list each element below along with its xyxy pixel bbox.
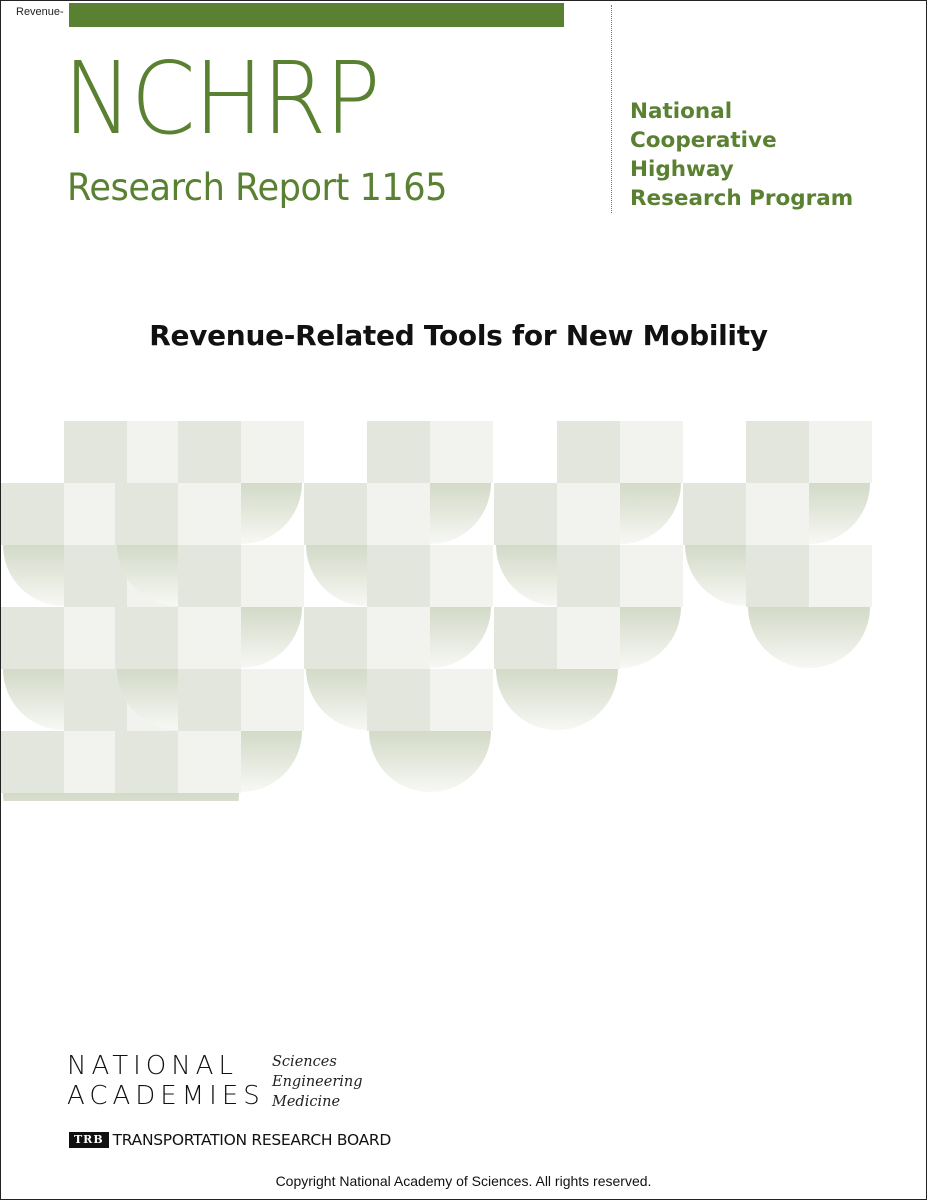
pattern-tile: [367, 607, 430, 669]
pattern-tile: [64, 669, 127, 731]
program-name: National Cooperative Highway Research Pr…: [630, 97, 853, 213]
pattern-arc: [748, 607, 870, 668]
pattern-tile: [430, 545, 493, 607]
pattern-tile: [1, 731, 64, 793]
report-title: Revenue-Related Tools for New Mobility: [149, 319, 768, 352]
pattern-tile: [746, 545, 809, 607]
pattern-tile: [746, 421, 809, 483]
pattern-arc: [3, 793, 125, 801]
pattern-tile: [430, 669, 493, 731]
pattern-tile: [64, 421, 127, 483]
pattern-tile: [557, 421, 620, 483]
pattern-tile: [557, 483, 620, 545]
national-academies-logo: NATIONAL ACADEMIES Sciences Engineering …: [67, 1051, 363, 1111]
pattern-tile: [115, 731, 178, 793]
pattern-tile: [115, 607, 178, 669]
pattern-tile: [304, 607, 367, 669]
na-sub-line: Sciences: [272, 1054, 337, 1070]
pattern-tile: [1, 607, 64, 669]
pattern-tile: [241, 545, 304, 607]
pattern-tile: [367, 483, 430, 545]
decorative-pattern: [1, 421, 872, 801]
na-subtitle: Sciences Engineering Medicine: [272, 1052, 363, 1112]
pattern-tile: [178, 545, 241, 607]
pattern-tile: [1, 483, 64, 545]
pattern-tile: [241, 669, 304, 731]
pattern-tile: [178, 731, 241, 793]
green-header-bar: [69, 3, 564, 27]
pattern-tile: [241, 421, 304, 483]
pattern-arc: [496, 669, 618, 730]
pattern-tile: [494, 483, 557, 545]
copyright-notice: Copyright National Academy of Sciences. …: [275, 1173, 652, 1189]
pattern-tile: [430, 421, 493, 483]
pattern-tile: [809, 421, 872, 483]
pattern-tile: [178, 607, 241, 669]
pattern-tile: [809, 545, 872, 607]
trb-logo: TRB TRANSPORTATION RESEARCH BOARD: [69, 1131, 391, 1149]
pattern-tile: [367, 669, 430, 731]
report-number: Research Report 1165: [67, 166, 448, 209]
program-line: National: [630, 99, 733, 124]
tab-label: Revenue-: [16, 6, 64, 18]
report-cover: Revenue- NCHRP Research Report 1165 Nati…: [0, 0, 927, 1200]
pattern-tile: [557, 545, 620, 607]
series-name: NCHRP: [63, 40, 381, 157]
pattern-arc: [117, 793, 239, 801]
pattern-tile: [64, 545, 127, 607]
na-sub-line: Medicine: [272, 1094, 341, 1110]
pattern-tile: [367, 545, 430, 607]
pattern-tile: [620, 545, 683, 607]
na-sub-line: Engineering: [272, 1074, 363, 1090]
trb-mark: TRB: [69, 1132, 109, 1148]
na-line: NATIONAL: [67, 1051, 238, 1081]
pattern-arc: [369, 731, 491, 792]
pattern-tile: [683, 483, 746, 545]
na-line: ACADEMIES: [67, 1081, 265, 1111]
program-line: Highway: [630, 157, 734, 182]
pattern-tile: [178, 483, 241, 545]
program-line: Research Program: [630, 186, 854, 211]
pattern-tile: [746, 483, 809, 545]
trb-name: TRANSPORTATION RESEARCH BOARD: [112, 1131, 392, 1149]
dotted-divider: [611, 5, 612, 213]
pattern-tile: [304, 483, 367, 545]
pattern-tile: [557, 607, 620, 669]
pattern-tile: [494, 607, 557, 669]
pattern-tile: [367, 421, 430, 483]
pattern-tile: [178, 669, 241, 731]
program-line: Cooperative: [630, 128, 777, 153]
pattern-tile: [620, 421, 683, 483]
pattern-tile: [178, 421, 241, 483]
pattern-tile: [115, 483, 178, 545]
